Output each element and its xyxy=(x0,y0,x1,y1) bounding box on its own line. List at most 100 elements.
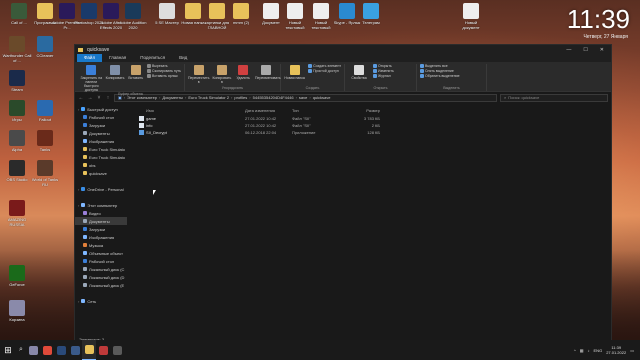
taskbar-button-steam-2[interactable] xyxy=(68,340,82,360)
rename-button[interactable]: Переименовать xyxy=(255,64,281,86)
breadcrumb-separator-icon[interactable]: › xyxy=(249,95,250,100)
history-button[interactable]: Журнал xyxy=(373,74,394,78)
invert-selection-button[interactable]: Обратить выделение xyxy=(420,74,460,78)
notifications-icon[interactable]: ▭ xyxy=(630,348,634,353)
network-icon[interactable]: ▦ xyxy=(580,348,584,353)
desktop-icon[interactable]: AMAZING RUSSIA xyxy=(2,200,32,227)
desktop-icon[interactable]: Fallout xyxy=(30,100,60,127)
desktop-icon[interactable]: Warthunder Call of ... xyxy=(2,36,32,63)
select-none-button[interactable]: Снять выделение xyxy=(420,69,460,73)
paste-button[interactable]: Вставить xyxy=(127,64,144,92)
move-to-button[interactable]: Переместить в xyxy=(188,64,209,86)
nav-item[interactable]: Загрузки xyxy=(75,225,127,233)
nav-item[interactable]: Изображения xyxy=(75,233,127,241)
column-name[interactable]: Имя xyxy=(135,108,245,113)
file-row[interactable]: game 27.01.2022 10:42 Файл "SII" 3 783 КБ xyxy=(135,115,611,122)
nav-item[interactable]: Объемные объект xyxy=(75,249,127,257)
column-type[interactable]: Тип xyxy=(292,108,342,113)
nav-item[interactable]: Музыка xyxy=(75,241,127,249)
breadcrumb-separator-icon[interactable]: › xyxy=(185,95,186,100)
desktop-icon[interactable]: OBS Studio xyxy=(2,160,32,187)
desktop-icon[interactable]: Телеграм xyxy=(356,3,386,30)
nav-item[interactable]: › Быстрый доступ xyxy=(75,105,127,113)
nav-item[interactable]: Локальный диск (E xyxy=(75,281,127,289)
close-button[interactable]: ✕ xyxy=(600,47,604,53)
nav-item[interactable]: Локальный диск (C xyxy=(75,265,127,273)
column-date[interactable]: Дата изменения xyxy=(245,108,292,113)
volume-icon[interactable]: ♪ xyxy=(588,348,590,353)
copy-path-button[interactable]: Скопировать путь xyxy=(147,69,181,73)
breadcrumb-item[interactable]: Euro Truck Simulator 2 xyxy=(188,95,229,100)
desktop-icon[interactable]: CCleaner xyxy=(30,36,60,63)
taskbar-button-steam[interactable] xyxy=(54,340,68,360)
select-all-button[interactable]: Выделить все xyxy=(420,64,460,68)
cut-button[interactable]: Вырезать xyxy=(147,64,181,68)
desktop-icon[interactable]: Steam xyxy=(2,70,32,97)
desktop-icon[interactable]: Alpha xyxy=(2,130,32,157)
nav-item[interactable]: Видео xyxy=(75,209,127,217)
desktop-icon[interactable]: GeForce xyxy=(2,265,32,292)
tab-view[interactable]: Вид xyxy=(172,54,194,62)
tray-chevron-icon[interactable]: ^ xyxy=(574,348,576,353)
minimize-button[interactable]: — xyxy=(566,47,571,53)
file-row[interactable]: info 27.01.2022 10:42 Файл "SII" 2 КБ xyxy=(135,122,611,129)
start-button[interactable]: ⊞ xyxy=(0,340,16,360)
breadcrumb-separator-icon[interactable]: › xyxy=(309,95,310,100)
new-folder-button[interactable]: Новая папка xyxy=(284,64,305,86)
nav-item[interactable]: Рабочий стол xyxy=(75,113,127,121)
nav-item[interactable]: obs xyxy=(75,161,127,169)
tray-clock[interactable]: 11:39 27.01.2022 xyxy=(606,345,626,355)
taskbar-search-icon[interactable]: ⌕ xyxy=(16,346,26,354)
nav-item[interactable]: Документы xyxy=(75,217,127,225)
nav-item[interactable]: Euro Truck Simulato xyxy=(75,153,127,161)
nav-item[interactable]: Документы xyxy=(75,129,127,137)
nav-item[interactable]: › OneDrive - Personal xyxy=(75,185,127,193)
expand-chevron-icon[interactable]: › xyxy=(78,203,79,208)
taskbar-button-yandex[interactable] xyxy=(40,340,54,360)
taskbar-button-task-view[interactable] xyxy=(26,340,40,360)
file-row[interactable]: SII_Decrypt 06.12.2018 22:04 Приложение 128… xyxy=(135,129,611,136)
column-size[interactable]: Размер xyxy=(342,108,382,113)
nav-item[interactable]: Изображения xyxy=(75,137,127,145)
tab-share[interactable]: Поделиться xyxy=(133,54,172,62)
nav-item[interactable]: quicksave xyxy=(75,169,127,177)
paste-shortcut-button[interactable]: Вставить ярлык xyxy=(147,74,181,78)
desktop-icon[interactable]: World of Tanks RU xyxy=(30,160,60,187)
open-button[interactable]: Открыть xyxy=(373,64,394,68)
title-bar[interactable]: quicksave — ☐ ✕ xyxy=(75,45,611,54)
nav-item[interactable]: Рабочий стол xyxy=(75,257,127,265)
edit-button[interactable]: Изменить xyxy=(373,69,394,73)
breadcrumb-separator-icon[interactable]: › xyxy=(231,95,232,100)
maximize-button[interactable]: ☐ xyxy=(583,47,587,53)
easy-access-button[interactable]: Простой доступ xyxy=(308,69,341,73)
tab-home[interactable]: Главная xyxy=(102,54,133,62)
expand-chevron-icon[interactable]: › xyxy=(78,187,79,192)
pin-quick-access-button[interactable]: Закрепить на панели быстрого доступа xyxy=(80,64,103,92)
breadcrumb-separator-icon[interactable]: › xyxy=(296,95,297,100)
nav-item[interactable]: Загрузки xyxy=(75,121,127,129)
breadcrumb-item[interactable]: 54455354204D4F4446 xyxy=(253,95,294,100)
desktop-icon[interactable]: Tanks xyxy=(30,130,60,157)
language-indicator[interactable]: ENG xyxy=(594,348,603,353)
delete-button[interactable]: Удалить xyxy=(234,64,252,86)
desktop-icon[interactable]: Новый документ xyxy=(456,3,486,30)
nav-item[interactable]: › Этот компьютер xyxy=(75,201,127,209)
copy-button[interactable]: Копировать xyxy=(106,64,124,92)
copy-to-button[interactable]: Копировать в xyxy=(212,64,231,86)
desktop-icon[interactable]: Adobe Audition 2020 xyxy=(118,3,148,30)
tab-file[interactable]: Файл xyxy=(77,54,103,62)
search-box[interactable]: ⌕ Поиск: quicksave xyxy=(500,93,608,102)
desktop-icon[interactable]: Игры xyxy=(2,100,32,127)
breadcrumb-item[interactable]: save xyxy=(299,95,307,100)
nav-item[interactable]: Euro Truck Simulato xyxy=(75,145,127,153)
nav-item[interactable]: › Сеть xyxy=(75,297,127,305)
desktop-icon[interactable]: mmm (2) xyxy=(226,3,256,30)
new-item-button[interactable]: Создать элемент xyxy=(308,64,341,68)
properties-button[interactable]: Свойства xyxy=(348,64,370,86)
taskbar-button-explorer[interactable] xyxy=(82,340,96,360)
taskbar-button-app-2[interactable] xyxy=(110,340,124,360)
expand-chevron-icon[interactable]: › xyxy=(78,299,79,304)
breadcrumb-item[interactable]: profiles xyxy=(234,95,247,100)
taskbar-button-app-1[interactable] xyxy=(96,340,110,360)
desktop-icon[interactable]: Корзина xyxy=(2,300,32,327)
